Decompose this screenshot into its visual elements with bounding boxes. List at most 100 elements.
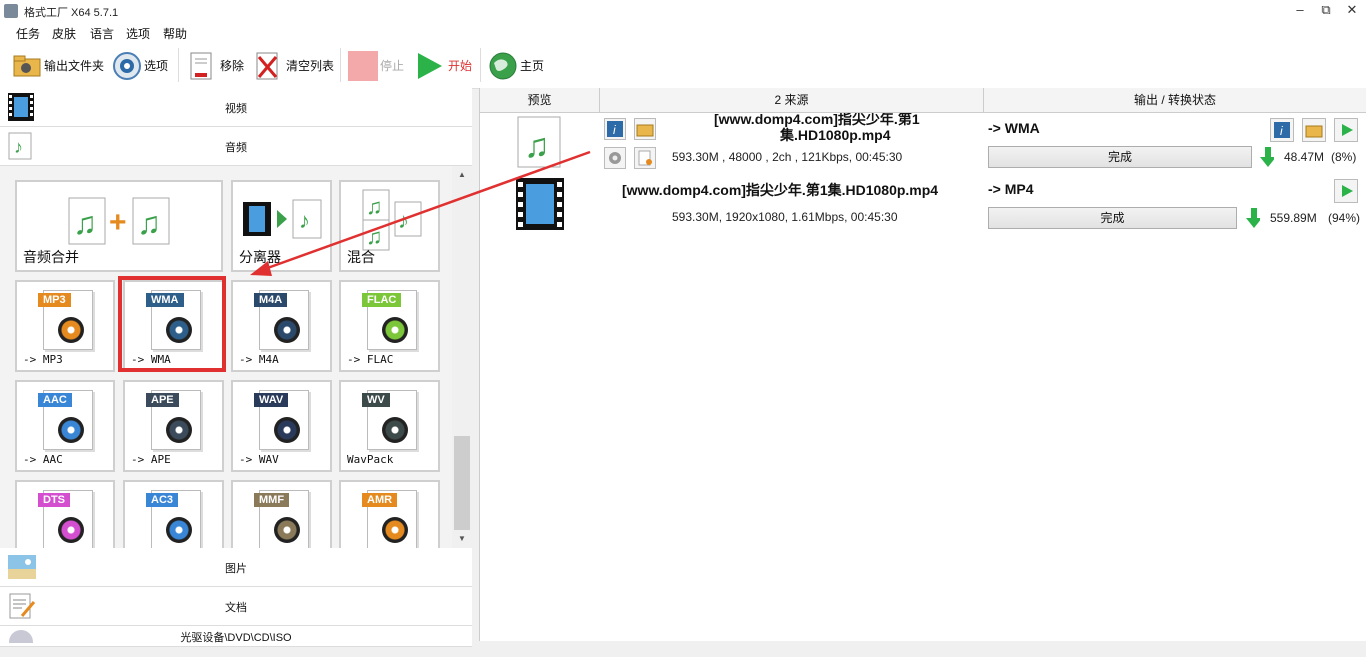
folder-icon [12,51,41,79]
tile-format-wma[interactable]: WMA -> WMA [123,280,224,372]
source-meta: 593.30M, 1920x1080, 1.61Mbps, 00:45:30 [672,210,898,224]
row-info-button[interactable]: i [1270,118,1294,142]
scroll-down-icon[interactable]: ▼ [458,534,466,543]
toolbar-separator [480,48,481,82]
format-badge: AMR [362,493,398,507]
tile-mix[interactable]: ♫ ♫ ♪ 混合 [339,180,440,272]
file-icon: DTS [38,490,93,548]
tile-splitter[interactable]: ♪ 分离器 [231,180,332,272]
format-badge: M4A [254,293,288,307]
clear-list-button[interactable]: 清空列表 [254,49,334,81]
file-icon: WAV [254,390,309,450]
tile-format-m4a[interactable]: M4A -> M4A [231,280,332,372]
output-folder-button[interactable]: 输出文件夹 [12,49,104,81]
category-document[interactable]: 文档 [0,587,472,626]
task-list-panel: 预览 2 来源 输出 / 转换状态 ♫ i [www.domp4.com]指尖少… [479,88,1366,641]
audio-disc-icon [382,417,408,443]
info-icon: i [607,121,623,137]
tile-scrollbar[interactable]: ▲ ▼ [452,166,472,548]
tile-format-label: -> AAC [23,453,63,466]
row-play-button[interactable] [1334,118,1358,142]
tile-mix-label: 混合 [347,249,375,265]
header-output[interactable]: 输出 / 转换状态 [984,88,1366,112]
menu-skin[interactable]: 皮肤 [52,25,76,42]
header-source[interactable]: 2 来源 [600,88,984,112]
home-label: 主页 [520,58,545,73]
stop-button[interactable]: 停止 [348,49,404,81]
row-folder-button[interactable] [1302,118,1326,142]
start-button[interactable]: 开始 [416,49,472,81]
format-badge: MMF [254,493,290,507]
row-play-button[interactable] [1334,179,1358,203]
tile-format-mmf[interactable]: MMF [231,480,332,548]
tile-format-dts[interactable]: DTS [15,480,115,548]
file-icon: AAC [38,390,93,450]
download-arrow-icon [1246,208,1260,228]
tile-format-mp3[interactable]: MP3 -> MP3 [15,280,115,372]
folder-icon [1305,125,1323,138]
clear-list-icon [254,51,282,80]
tile-format-label: -> WAV [239,453,279,466]
svg-text:+: + [109,206,127,239]
tile-format-ape[interactable]: APE -> APE [123,380,224,472]
options-button[interactable]: 选项 [112,49,168,81]
window-title: 格式工厂 X64 5.7.1 [24,7,119,19]
output-format: -> MP4 [988,181,1034,197]
file-icon: APE [146,390,201,450]
play-icon [416,51,444,79]
minimize-button[interactable]: – [1290,2,1310,18]
task-row[interactable]: ♫ i [www.domp4.com]指尖少年.第1 集.HD1080p.mp4… [480,113,1366,173]
open-folder-button[interactable] [634,118,656,140]
svg-text:♫: ♫ [137,205,161,241]
audio-disc-icon [274,517,300,543]
settings-button[interactable] [604,147,626,169]
output-percent: (8%) [1331,150,1357,164]
audio-merge-icon: ♫ + ♫ [68,197,170,245]
category-rom[interactable]: 光驱设备\DVD\CD\ISO [0,626,472,654]
tile-format-aac[interactable]: AAC -> AAC [15,380,115,472]
folder-icon [636,124,654,137]
svg-text:♫: ♫ [524,127,550,165]
tile-format-wav[interactable]: WAV -> WAV [231,380,332,472]
title-bar: 格式工厂 X64 5.7.1 – ⧉ ✕ [0,0,1366,22]
menu-help[interactable]: 帮助 [163,25,187,42]
tile-format-ac3[interactable]: AC3 [123,480,224,548]
format-badge: MP3 [38,293,71,307]
scroll-thumb[interactable] [454,436,470,530]
clip-button[interactable] [634,147,656,169]
close-button[interactable]: ✕ [1342,2,1362,18]
category-picture[interactable]: 图片 [0,548,472,587]
tile-format-amr[interactable]: AMR [339,480,440,548]
start-label: 开始 [448,58,473,73]
file-icon: AC3 [146,490,201,548]
gear-icon [609,152,621,164]
scroll-up-icon[interactable]: ▲ [458,170,466,179]
output-format: -> WMA [988,120,1040,136]
task-row[interactable]: [www.domp4.com]指尖少年.第1集.HD1080p.mp4 593.… [480,174,1366,234]
menu-options[interactable]: 选项 [126,25,150,42]
category-panel: 视频 ♪ 音频 ♫ + ♫ 音频合并 ♪ 分离器 ♫ ♫ ♪ 混合 MP3 ->… [0,88,472,654]
category-video[interactable]: 视频 [0,88,472,127]
toolbar-separator [340,48,341,82]
menu-language[interactable]: 语言 [90,25,114,42]
home-button[interactable]: 主页 [488,49,544,81]
clear-list-label: 清空列表 [286,58,335,73]
format-badge: WV [362,393,390,407]
tile-format-flac[interactable]: FLAC -> FLAC [339,280,440,372]
tile-audio-merge[interactable]: ♫ + ♫ 音频合并 [15,180,223,272]
restore-button[interactable]: ⧉ [1316,2,1336,18]
audio-disc-icon [58,317,84,343]
output-size: 559.89M [1270,211,1317,225]
format-badge: FLAC [362,293,402,307]
category-audio[interactable]: ♪ 音频 [0,127,472,166]
tile-format-wv[interactable]: WV WavPack [339,380,440,472]
menu-task[interactable]: 任务 [16,25,40,42]
svg-text:i: i [1280,124,1283,138]
header-preview[interactable]: 预览 [480,88,600,112]
remove-button[interactable]: 移除 [188,49,244,81]
source-meta: 593.30M , 48000 , 2ch , 121Kbps, 00:45:3… [672,150,903,164]
format-badge: APE [146,393,179,407]
download-arrow-icon [1260,147,1274,167]
info-button[interactable]: i [604,118,626,140]
format-badge: WAV [254,393,289,407]
